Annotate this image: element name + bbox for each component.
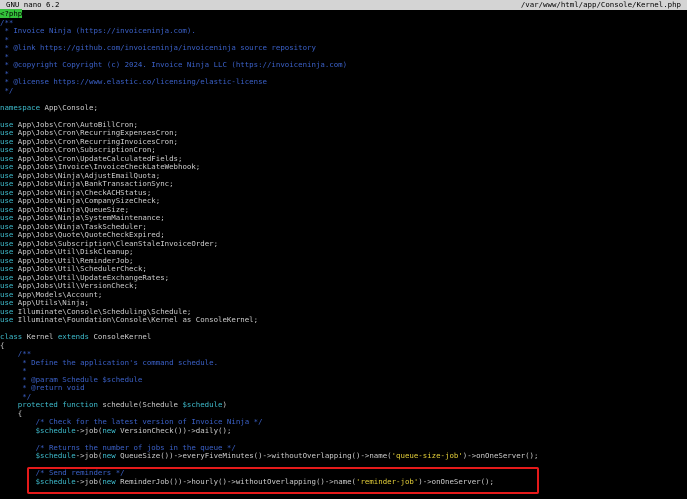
code-token: )->onOneServer(); [462, 451, 539, 460]
code-line: $schedule->job(new QueueSize())->everyFi… [0, 451, 539, 461]
code-token: App\Console; [40, 102, 98, 112]
code-token: schedule(Schedule [97, 400, 183, 409]
code-token: extends [57, 332, 90, 341]
code-token: 'queue-size-job' [391, 451, 463, 460]
code-line: protected function schedule(Schedule $sc… [0, 400, 227, 410]
code-token: $schedule [182, 400, 223, 409]
code-token: ) [222, 400, 227, 409]
code-token: ConsoleKernel [89, 332, 152, 341]
code-token: * @copyright Copyright (c) 2024. Invoice… [0, 60, 348, 69]
code-token: QueueSize())->everyFiveMinutes()->withou… [115, 451, 392, 460]
code-line: * @license https://www.elastic.co/licens… [0, 77, 267, 87]
code-line: */ [0, 85, 14, 96]
nano-title-bar: GNU nano 6.2 /var/www/html/app/Console/K… [0, 0, 687, 10]
file-path: /var/www/html/app/Console/Kernel.php [520, 0, 681, 9]
code-line: namespace App\Console; [0, 102, 98, 113]
code-token: new [102, 425, 116, 435]
code-line: * Invoice Ninja (https://invoiceninja.co… [0, 26, 196, 36]
highlight-annotation-box [27, 467, 539, 494]
code-token: * @license https://www.elastic.co/licens… [0, 77, 267, 86]
code-token: VersionCheck())->daily(); [115, 425, 232, 435]
code-token: use [0, 315, 14, 324]
code-token: * @link https://github.com/invoiceninja/… [0, 43, 316, 52]
code-token: */ [0, 85, 14, 95]
code-line: * @link https://github.com/invoiceninja/… [0, 43, 316, 53]
code-token: ->job( [75, 451, 103, 460]
code-token: namespace [0, 102, 41, 112]
code-line: class Kernel extends ConsoleKernel [0, 332, 152, 342]
code-line: * @copyright Copyright (c) 2024. Invoice… [0, 60, 348, 70]
code-line: use Illuminate\Foundation\Console\Kernel… [0, 315, 259, 325]
code-line: $schedule->job(new VersionCheck())->dail… [0, 425, 232, 436]
code-token: * Invoice Ninja (https://invoiceninja.co… [0, 26, 196, 35]
code-token: $schedule [0, 425, 76, 435]
code-token: Kernel [22, 332, 58, 341]
code-editor[interactable]: <?php/** * Invoice Ninja (https://invoic… [0, 9, 687, 499]
code-token: $schedule [0, 451, 76, 460]
code-token: * Define the application's command sched… [0, 357, 219, 367]
code-token: Illuminate\Foundation\Console\Kernel as … [13, 315, 259, 324]
code-line: * Define the application's command sched… [0, 357, 219, 368]
code-token: ->job( [75, 425, 103, 435]
code-token: new [102, 451, 116, 460]
